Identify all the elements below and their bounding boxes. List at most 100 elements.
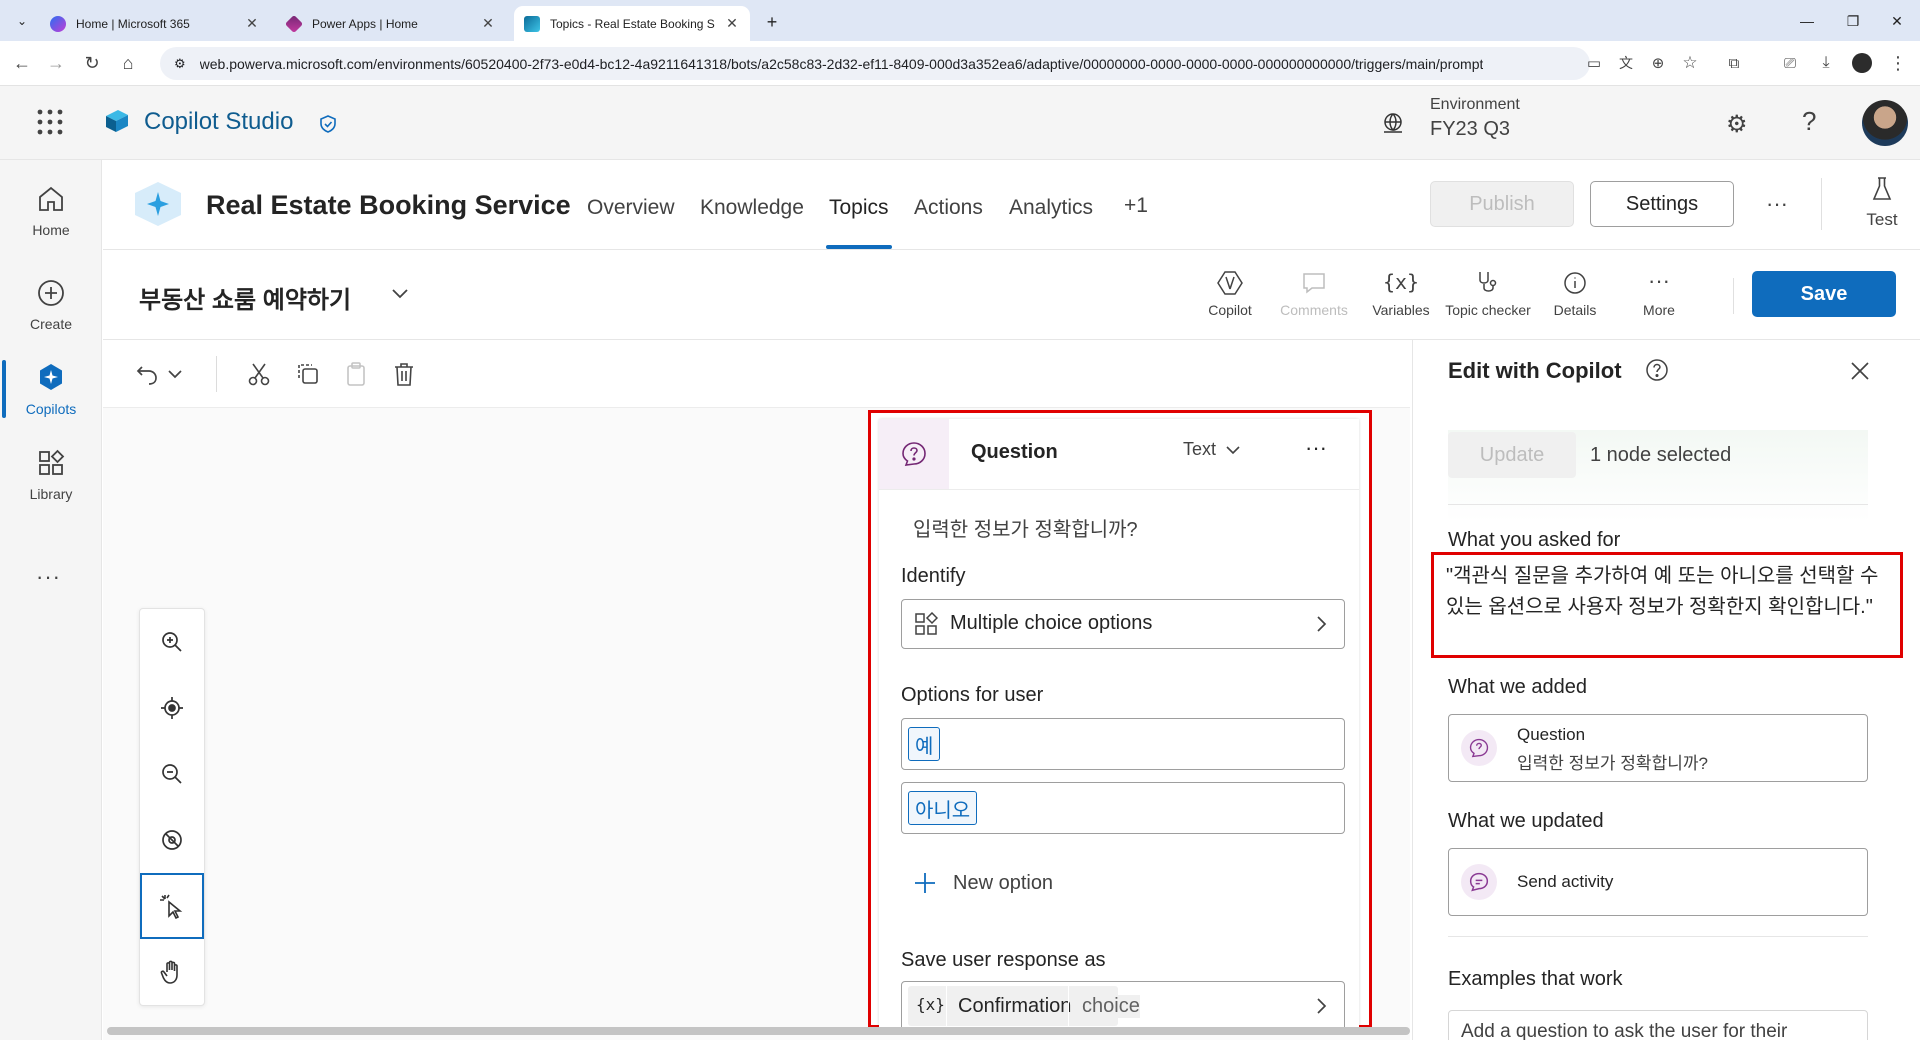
- new-tab-button[interactable]: +: [760, 10, 784, 34]
- chevron-down-icon[interactable]: [389, 282, 411, 304]
- download-icon[interactable]: ⤓: [1812, 49, 1840, 77]
- save-response-selector[interactable]: {x} Confirmation choice: [901, 981, 1345, 1031]
- publish-button[interactable]: Publish: [1430, 181, 1574, 227]
- home-button[interactable]: ⌂: [114, 49, 142, 77]
- question-node[interactable]: Question Text ··· 입력한 정보가 정확합니까? Identif…: [879, 419, 1359, 1031]
- shield-icon[interactable]: [318, 114, 338, 134]
- close-icon[interactable]: ✕: [724, 15, 740, 32]
- variable-type: choice: [1082, 995, 1140, 1018]
- question-node-icon: [879, 419, 949, 489]
- comments-tool-button[interactable]: Comments: [1269, 270, 1359, 318]
- minimize-button[interactable]: —: [1784, 6, 1830, 36]
- info-icon: [1564, 272, 1586, 294]
- asked-label: What you asked for: [1448, 529, 1621, 551]
- save-button[interactable]: Save: [1752, 271, 1896, 317]
- bot-icon: [131, 180, 185, 228]
- variables-tool-button[interactable]: {x} Variables: [1356, 270, 1446, 318]
- tab-knowledge[interactable]: Knowledge: [700, 196, 804, 220]
- delete-icon[interactable]: [384, 354, 424, 394]
- close-window-button[interactable]: ✕: [1874, 6, 1920, 36]
- node-type-dropdown[interactable]: Text: [1183, 439, 1242, 460]
- update-button[interactable]: Update: [1448, 432, 1576, 478]
- question-icon: [1461, 730, 1497, 766]
- more-tool-button[interactable]: ··· More: [1614, 270, 1704, 319]
- copilot-tool-icon: [1217, 271, 1243, 295]
- tab-search-button[interactable]: ⌄: [10, 9, 34, 33]
- undo-history-chevron-icon[interactable]: [163, 354, 187, 394]
- forward-button[interactable]: →: [42, 49, 70, 77]
- user-avatar[interactable]: [1862, 100, 1908, 146]
- rail-item-copilots[interactable]: Copilots: [0, 346, 102, 432]
- back-button[interactable]: ←: [8, 49, 36, 77]
- option-chip[interactable]: 아니오: [908, 791, 978, 825]
- option-chip[interactable]: 예: [908, 727, 941, 761]
- rail-item-home[interactable]: Home: [0, 168, 102, 254]
- app-launcher-icon[interactable]: [36, 108, 64, 136]
- reload-button[interactable]: ↻: [78, 49, 106, 77]
- save-page-icon[interactable]: ▭: [1580, 49, 1608, 77]
- browser-menu-icon[interactable]: ⋮: [1884, 49, 1912, 77]
- close-icon[interactable]: [1849, 360, 1871, 382]
- site-info-icon[interactable]: ⚙: [174, 56, 186, 72]
- added-question-card[interactable]: Question 입력한 정보가 정확합니까?: [1448, 714, 1868, 782]
- close-icon[interactable]: ✕: [244, 15, 260, 32]
- zoom-in-icon[interactable]: [140, 609, 204, 675]
- rail-item-create[interactable]: Create: [0, 262, 102, 348]
- updated-send-activity-card[interactable]: Send activity: [1448, 848, 1868, 916]
- new-option-button[interactable]: New option: [913, 871, 1053, 895]
- browser-tab-topics[interactable]: Topics - Real Estate Booking S ✕: [514, 6, 750, 41]
- canvas-horizontal-scrollbar[interactable]: [107, 1027, 1410, 1035]
- microsoft365-icon: [50, 15, 66, 32]
- tab-actions[interactable]: Actions: [914, 196, 983, 220]
- tab-overflow[interactable]: +1: [1124, 194, 1148, 218]
- help-icon[interactable]: ?: [1802, 106, 1816, 137]
- paste-icon[interactable]: [336, 354, 376, 394]
- pan-hand-icon[interactable]: [140, 939, 204, 1005]
- bookmark-star-icon[interactable]: ☆: [1676, 49, 1704, 77]
- zoom-icon[interactable]: ⊕: [1644, 49, 1672, 77]
- profile-avatar[interactable]: [1848, 49, 1876, 77]
- details-tool-button[interactable]: Details: [1530, 270, 1620, 318]
- minimap-off-icon[interactable]: [140, 807, 204, 873]
- variable-icon: {x}: [916, 995, 945, 1014]
- added-label: What we added: [1448, 676, 1587, 698]
- option-field-yes[interactable]: 예: [901, 718, 1345, 770]
- copilot-tool-button[interactable]: Copilot: [1185, 270, 1275, 318]
- copy-icon[interactable]: [288, 354, 328, 394]
- browser-tab-m365[interactable]: Home | Microsoft 365 ✕: [40, 6, 270, 41]
- asked-text-highlight: "객관식 질문을 추가하여 예 또는 아니오를 선택할 수 있는 옵션으로 사용…: [1431, 552, 1903, 658]
- topic-checker-button[interactable]: Topic checker: [1443, 270, 1533, 318]
- select-pointer-icon[interactable]: [140, 873, 204, 939]
- tab-analytics[interactable]: Analytics: [1009, 196, 1093, 220]
- add-icon: [915, 873, 935, 893]
- test-button[interactable]: Test: [1837, 176, 1920, 230]
- translate-icon[interactable]: 文: [1612, 49, 1640, 77]
- url-field[interactable]: ⚙ web.powerva.microsoft.com/environments…: [160, 47, 1590, 80]
- rail-item-library[interactable]: Library: [0, 432, 102, 518]
- extensions-icon[interactable]: ⧉: [1720, 49, 1748, 77]
- option-field-no[interactable]: 아니오: [901, 782, 1345, 834]
- recenter-icon[interactable]: [140, 675, 204, 741]
- more-options-icon[interactable]: ···: [1755, 181, 1799, 227]
- close-icon[interactable]: ✕: [480, 15, 496, 32]
- cut-icon[interactable]: [239, 354, 279, 394]
- zoom-out-icon[interactable]: [140, 741, 204, 807]
- tab-overview[interactable]: Overview: [587, 196, 675, 220]
- tab-topics[interactable]: Topics: [829, 196, 889, 220]
- question-prompt[interactable]: 입력한 정보가 정확합니까?: [913, 513, 1138, 542]
- chevron-right-icon: [1317, 998, 1327, 1014]
- settings-gear-icon[interactable]: ⚙: [1726, 110, 1748, 139]
- topic-name[interactable]: 부동산 쇼룸 예약하기: [139, 280, 351, 315]
- rail-more-icon[interactable]: ···: [36, 564, 61, 590]
- node-more-icon[interactable]: ···: [1305, 435, 1327, 461]
- identify-selector[interactable]: Multiple choice options: [901, 599, 1345, 649]
- restore-button[interactable]: ❐: [1830, 6, 1876, 36]
- example-card[interactable]: Add a question to ask the user for their: [1448, 1010, 1868, 1040]
- environment-value[interactable]: FY23 Q3: [1430, 118, 1510, 141]
- cast-icon[interactable]: ⎚: [1776, 49, 1804, 77]
- app-name[interactable]: Copilot Studio: [144, 108, 293, 136]
- browser-tab-powerapps[interactable]: Power Apps | Home ✕: [276, 6, 506, 41]
- settings-button[interactable]: Settings: [1590, 181, 1734, 227]
- help-circle-icon[interactable]: [1645, 358, 1669, 382]
- undo-icon[interactable]: [127, 354, 167, 394]
